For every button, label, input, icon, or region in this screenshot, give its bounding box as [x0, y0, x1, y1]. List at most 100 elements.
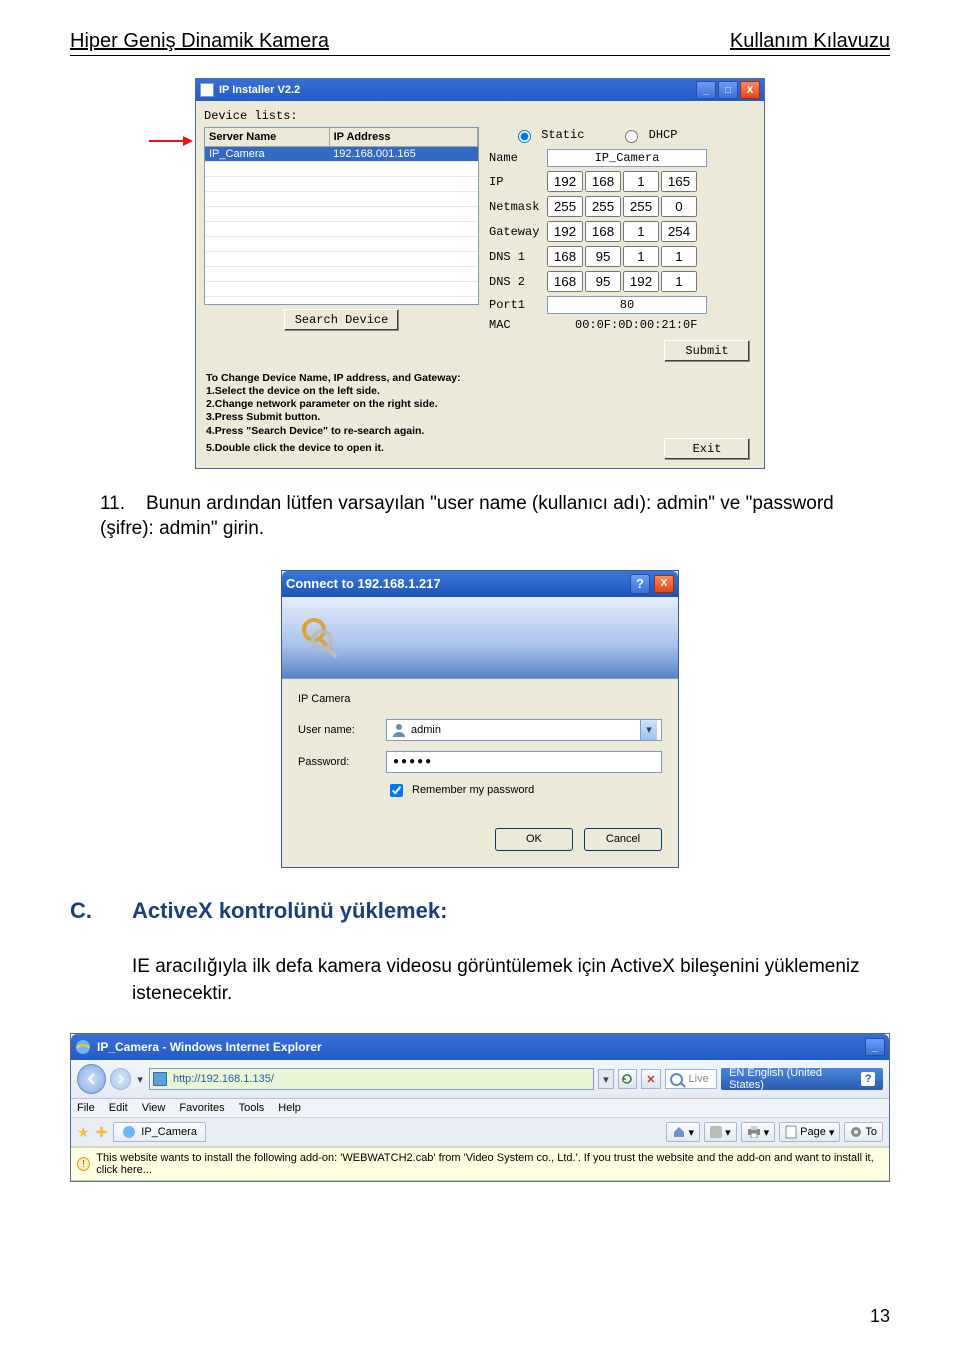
menu-file[interactable]: File — [77, 1102, 95, 1114]
activex-infobar[interactable]: ! This website wants to install the foll… — [71, 1147, 889, 1181]
nm-oct1[interactable] — [547, 196, 583, 217]
table-row[interactable] — [205, 206, 478, 221]
home-icon — [672, 1125, 686, 1139]
submit-button[interactable]: Submit — [664, 340, 750, 362]
tools-menu-button[interactable]: To — [844, 1122, 883, 1142]
name-input[interactable] — [547, 149, 707, 167]
menu-edit[interactable]: Edit — [109, 1102, 128, 1114]
address-dropdown[interactable]: ▾ — [598, 1069, 614, 1089]
d1-oct3[interactable] — [623, 246, 659, 267]
table-row[interactable] — [205, 266, 478, 281]
table-row[interactable] — [205, 251, 478, 266]
refresh-button[interactable] — [618, 1069, 637, 1089]
ok-button[interactable]: OK — [495, 828, 573, 851]
d1-oct2[interactable] — [585, 246, 621, 267]
ie-window: IP_Camera - Windows Internet Explorer _ … — [70, 1033, 890, 1182]
language-indicator[interactable]: EN English (United States) ? — [721, 1068, 883, 1090]
auth-dialog: Connect to 192.168.1.217 ? X IP Camera U… — [281, 570, 679, 868]
menu-favorites[interactable]: Favorites — [179, 1102, 224, 1114]
instr-line: 1.Select the device on the left side. — [206, 385, 754, 398]
table-row[interactable] — [205, 281, 478, 296]
ip-oct4[interactable] — [661, 171, 697, 192]
remember-checkbox[interactable] — [390, 784, 403, 797]
address-bar[interactable] — [149, 1068, 594, 1090]
mac-value: 00:0F:0D:00:21:0F — [575, 318, 697, 332]
d2-oct1[interactable] — [547, 271, 583, 292]
gw-oct2[interactable] — [585, 221, 621, 242]
favorites-star-icon[interactable]: ★ — [77, 1124, 90, 1141]
table-row[interactable] — [205, 161, 478, 176]
ip-oct3[interactable] — [623, 171, 659, 192]
url-input[interactable] — [171, 1072, 590, 1086]
cell-ip: 192.168.001.165 — [329, 146, 477, 161]
table-row[interactable] — [205, 191, 478, 206]
d2-oct2[interactable] — [585, 271, 621, 292]
port-label: Port1 — [489, 298, 547, 312]
menu-tools[interactable]: Tools — [239, 1102, 265, 1114]
gw-oct4[interactable] — [661, 221, 697, 242]
app-icon — [200, 83, 214, 97]
feeds-button[interactable]: ▾ — [704, 1122, 737, 1142]
exit-button[interactable]: Exit — [664, 438, 750, 460]
chevron-down-icon[interactable]: ▾ — [640, 720, 657, 740]
back-button[interactable] — [77, 1064, 106, 1094]
nav-dropdown-icon[interactable]: ▾ — [137, 1073, 143, 1086]
gw-oct1[interactable] — [547, 221, 583, 242]
refresh-icon — [621, 1073, 633, 1085]
radio-static[interactable]: Static — [513, 128, 584, 142]
forward-button[interactable] — [110, 1068, 131, 1090]
instructions-block: To Change Device Name, IP address, and G… — [206, 372, 754, 460]
col-ip-address[interactable]: IP Address — [329, 128, 477, 146]
port-input[interactable] — [547, 296, 707, 314]
browser-tab[interactable]: IP_Camera — [113, 1122, 206, 1142]
page-icon — [785, 1125, 797, 1139]
auth-banner — [282, 597, 678, 679]
help-icon: ? — [861, 1072, 875, 1086]
nm-oct2[interactable] — [585, 196, 621, 217]
radio-dhcp[interactable]: DHCP — [620, 128, 677, 142]
add-favorite-icon[interactable]: ✚ — [96, 1124, 108, 1141]
menu-help[interactable]: Help — [278, 1102, 301, 1114]
username-combo[interactable]: admin ▾ — [386, 719, 662, 741]
minimize-button[interactable]: _ — [696, 81, 716, 99]
keys-icon — [298, 614, 344, 660]
gw-oct3[interactable] — [623, 221, 659, 242]
d1-oct4[interactable] — [661, 246, 697, 267]
menu-view[interactable]: View — [142, 1102, 166, 1114]
stop-button[interactable]: ✕ — [641, 1069, 660, 1089]
search-box[interactable]: Live — [665, 1069, 718, 1089]
ip-oct2[interactable] — [585, 171, 621, 192]
nm-oct4[interactable] — [661, 196, 697, 217]
maximize-button[interactable]: □ — [718, 81, 738, 99]
ip-oct1[interactable] — [547, 171, 583, 192]
page-menu-button[interactable]: Page▾ — [779, 1122, 840, 1142]
close-button[interactable]: X — [740, 81, 760, 99]
d1-oct1[interactable] — [547, 246, 583, 267]
d2-oct3[interactable] — [623, 271, 659, 292]
print-button[interactable]: ▾ — [741, 1122, 776, 1142]
auth-close-button[interactable]: X — [654, 575, 674, 593]
para-text: Bunun ardından lütfen varsayılan "user n… — [100, 493, 834, 540]
table-row[interactable] — [205, 176, 478, 191]
password-input[interactable]: ●●●●● — [386, 751, 662, 773]
auth-titlebar: Connect to 192.168.1.217 ? X — [282, 571, 678, 597]
device-table[interactable]: Server Name IP Address IP_Camera 192.168… — [204, 127, 479, 305]
ie-minimize[interactable]: _ — [865, 1038, 885, 1056]
arrow-left-icon — [85, 1072, 99, 1086]
remember-label: Remember my password — [412, 784, 534, 796]
help-button[interactable]: ? — [630, 574, 650, 594]
col-server-name[interactable]: Server Name — [205, 128, 329, 146]
cell-server: IP_Camera — [205, 146, 329, 161]
tab-toolbar: ★ ✚ IP_Camera ▾ ▾ ▾ Page▾ To — [71, 1118, 889, 1147]
table-row[interactable] — [205, 221, 478, 236]
cancel-button[interactable]: Cancel — [584, 828, 662, 851]
home-button[interactable]: ▾ — [666, 1122, 701, 1142]
section-title: ActiveX kontrolünü yüklemek: — [132, 898, 447, 924]
info-icon: ! — [77, 1157, 90, 1171]
search-device-button[interactable]: Search Device — [284, 309, 400, 331]
d2-oct4[interactable] — [661, 271, 697, 292]
nm-oct3[interactable] — [623, 196, 659, 217]
table-row[interactable]: IP_Camera 192.168.001.165 — [205, 146, 478, 161]
table-row[interactable] — [205, 236, 478, 251]
user-icon — [391, 722, 407, 738]
